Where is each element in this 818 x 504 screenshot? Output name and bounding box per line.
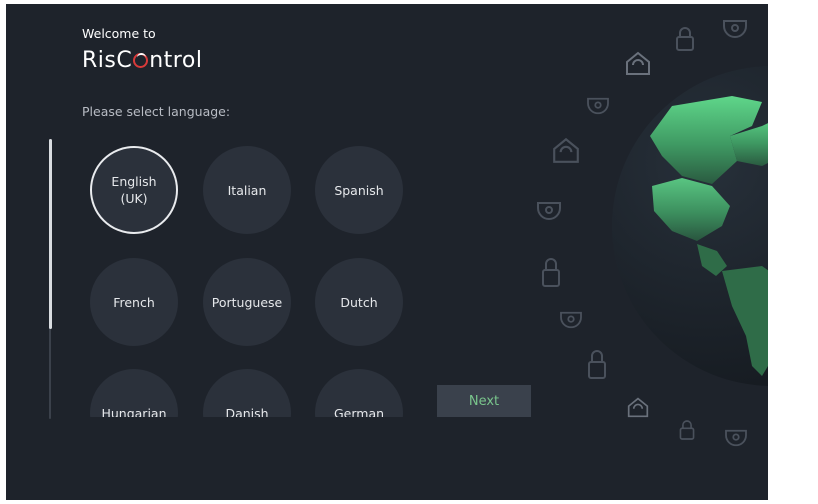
language-grid: English (UK) Italian Spanish French Port…: [6, 4, 426, 417]
language-german[interactable]: German: [315, 369, 403, 417]
language-hungarian[interactable]: Hungarian: [90, 369, 178, 417]
welcome-screen: Welcome to RisC ntrol Please select langu…: [6, 4, 768, 500]
language-spanish[interactable]: Spanish: [315, 146, 403, 234]
language-dutch[interactable]: Dutch: [315, 258, 403, 346]
language-portuguese[interactable]: Portuguese: [203, 258, 291, 346]
security-camera-icon: [722, 18, 748, 40]
house-shield-icon: [551, 136, 581, 164]
padlock-icon: [678, 418, 696, 442]
language-italian[interactable]: Italian: [203, 146, 291, 234]
language-french[interactable]: French: [90, 258, 178, 346]
padlock-icon: [586, 348, 608, 380]
globe-icon: [612, 66, 768, 386]
security-camera-icon: [586, 96, 610, 116]
padlock-icon: [540, 256, 562, 288]
security-camera-icon: [724, 428, 748, 448]
next-button[interactable]: Next: [437, 385, 531, 417]
language-danish[interactable]: Danish: [203, 369, 291, 417]
house-shield-icon: [626, 396, 650, 418]
security-camera-icon: [536, 200, 562, 222]
padlock-icon: [674, 26, 696, 52]
language-english-uk[interactable]: English (UK): [90, 146, 178, 234]
security-camera-icon: [559, 310, 583, 330]
